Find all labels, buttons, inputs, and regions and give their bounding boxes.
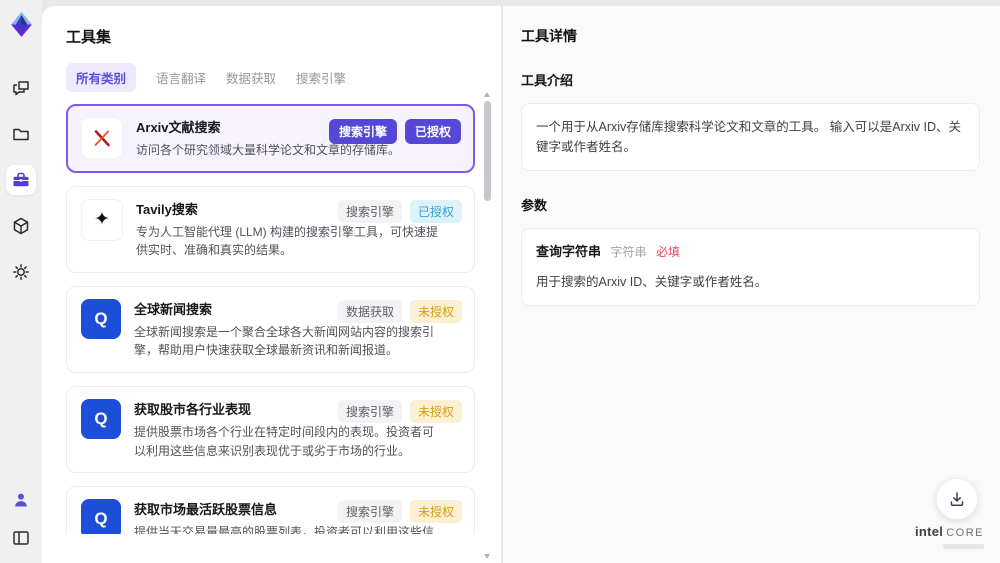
chat-icon[interactable] <box>6 73 36 103</box>
tool-badges: 搜索引擎 已授权 <box>328 119 461 144</box>
tool-category-badge: 搜索引擎 <box>337 199 402 223</box>
panel-toggle-icon[interactable] <box>6 523 36 553</box>
parameter-type: 字符串 <box>610 245 647 259</box>
tool-description: 全球新闻搜索是一个聚合全球各大新闻网站内容的搜索引擎，帮助用户快速获取全球最新资… <box>134 324 435 358</box>
tool-detail-panel: 工具详情 工具介绍 一个用于从Arxiv存储库搜索科学论文和文章的工具。 输入可… <box>503 6 1000 563</box>
tool-category-badge: 搜索引擎 <box>337 399 402 423</box>
rail-bottom <box>6 485 36 553</box>
parameter-required-badge: 必填 <box>656 245 681 259</box>
tool-badges: 数据获取 未授权 <box>337 299 462 323</box>
tool-status-badge: 已授权 <box>409 199 462 223</box>
intel-core-logo: intel CORE <box>915 524 984 549</box>
active-stocks-icon: Q <box>81 499 121 534</box>
tool-badges: 搜索引擎 未授权 <box>337 500 462 524</box>
tool-status-badge: 未授权 <box>409 299 462 323</box>
intel-wordmark: intel <box>914 524 944 539</box>
core-wordmark: CORE <box>946 527 984 539</box>
detail-title: 工具详情 <box>521 28 577 44</box>
parameter-header: 查询字符串 字符串 必填 <box>536 242 965 263</box>
tool-description: 专为人工智能代理 (LLM) 构建的搜索引擎工具，可快速提供实时、准确和真实的结… <box>136 224 439 258</box>
tool-card[interactable]: ✦ Tavily搜索 专为人工智能代理 (LLM) 构建的搜索引擎工具，可快速提… <box>66 185 475 273</box>
tool-category-badge: 搜索引擎 <box>328 119 397 144</box>
tool-intro-box: 一个用于从Arxiv存储库搜索科学论文和文章的工具。 输入可以是Arxiv ID… <box>521 103 980 171</box>
tool-card[interactable]: Q 获取股市各行业表现 提供股票市场各个行业在特定时间段内的表现。投资者可以利用… <box>66 385 475 474</box>
folder-icon[interactable] <box>6 119 36 149</box>
rail-nav <box>6 73 36 287</box>
brand-underline <box>942 544 984 549</box>
params-heading: 参数 <box>521 198 548 213</box>
tool-card[interactable]: Q 全球新闻搜索 全球新闻搜索是一个聚合全球各大新闻网站内容的搜索引擎，帮助用户… <box>66 285 475 373</box>
tool-category-badge: 搜索引擎 <box>337 500 402 524</box>
tool-category-badge: 数据获取 <box>337 299 402 323</box>
tool-intro-text: 一个用于从Arxiv存储库搜索科学论文和文章的工具。 输入可以是Arxiv ID… <box>536 120 962 154</box>
tavily-icon: ✦ <box>81 198 123 241</box>
cube-icon[interactable] <box>6 211 36 241</box>
icon-rail <box>0 0 42 563</box>
tool-description: 提供股票市场各个行业在特定时间段内的表现。投资者可以利用这些信息来识别表现优于或… <box>134 424 435 458</box>
tool-badges: 搜索引擎 已授权 <box>337 199 462 223</box>
download-button[interactable] <box>936 478 978 520</box>
tool-badges: 搜索引擎 未授权 <box>337 399 462 423</box>
app-window: 工具集 所有类别 语言翻译 数据获取 搜索引擎 Arxiv文献搜索 访问各个研究领域大… <box>0 0 1000 563</box>
tool-card[interactable]: Arxiv文献搜索 访问各个研究领域大量科学论文和文章的存储库。 搜索引擎 已授… <box>66 104 475 173</box>
parameter-description: 用于搜索的Arxiv ID、关键字或作者姓名。 <box>536 274 768 289</box>
scroll-down-icon[interactable] <box>484 554 490 559</box>
app-logo gem-logo-icon[interactable] <box>6 9 36 39</box>
scrollbar-thumb[interactable] <box>484 101 491 201</box>
stock-sector-icon: Q <box>81 398 121 439</box>
global-news-icon: Q <box>81 298 121 339</box>
category-tabs: 所有类别 语言翻译 数据获取 搜索引擎 <box>66 63 475 92</box>
category-tab[interactable]: 所有类别 <box>66 63 137 92</box>
download-icon <box>950 492 964 506</box>
tool-status-badge: 未授权 <box>409 399 462 423</box>
settings-icon[interactable] <box>6 257 36 287</box>
intro-heading: 工具介绍 <box>521 73 574 88</box>
tool-card[interactable]: Q 获取市场最活跃股票信息 提供当天交易量最高的股票列表，投资者可以利用这些信息… <box>66 486 475 534</box>
tool-list-panel: 工具集 所有类别 语言翻译 数据获取 搜索引擎 Arxiv文献搜索 访问各个研究领域大… <box>42 6 502 563</box>
page-title: 工具集 <box>66 29 112 46</box>
tool-list: Arxiv文献搜索 访问各个研究领域大量科学论文和文章的存储库。 搜索引擎 已授… <box>66 104 475 534</box>
toolbox-icon[interactable] <box>6 165 36 195</box>
list-scrollbar[interactable] <box>484 92 491 559</box>
parameter-box: 查询字符串 字符串 必填 用于搜索的Arxiv ID、关键字或作者姓名。 <box>521 228 980 306</box>
category-tab[interactable]: 数据获取 <box>226 63 276 92</box>
category-tab[interactable]: 语言翻译 <box>156 63 206 92</box>
user-icon[interactable] <box>6 485 36 515</box>
scroll-up-icon[interactable] <box>484 92 490 97</box>
arxiv-icon <box>81 117 123 159</box>
tool-description: 提供当天交易量最高的股票列表，投资者可以利用这些信息来识别流动性强的股票和潜在的… <box>134 525 435 534</box>
category-tab[interactable]: 搜索引擎 <box>296 63 346 92</box>
parameter-name: 查询字符串 <box>536 244 602 259</box>
tool-status-badge: 已授权 <box>404 119 461 144</box>
tool-status-badge: 未授权 <box>409 500 462 524</box>
